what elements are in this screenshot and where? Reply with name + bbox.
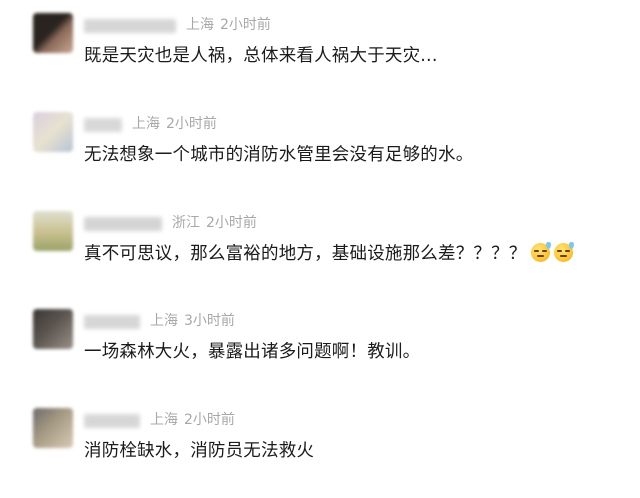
username-blurred[interactable]	[84, 118, 122, 132]
comment-text: 既是天灾也是人祸，总体来看人祸大于天灾...	[84, 46, 438, 66]
comment-item: 浙江 2小时前 真不可思议，那么富裕的地方，基础设施那么差？？？？	[0, 211, 640, 301]
comment-meta: 上海 2小时前	[150, 410, 241, 430]
comment-item: 上海 2小时前 既是天灾也是人祸，总体来看人祸大于天灾...	[0, 13, 640, 103]
location-label: 上海	[132, 116, 160, 132]
avatar[interactable]	[33, 13, 73, 53]
comment-list: 上海 2小时前 既是天灾也是人祸，总体来看人祸大于天灾... 上海 2小时前 无法想…	[0, 0, 640, 485]
avatar[interactable]	[33, 112, 73, 152]
comment-item: 上海 3小时前 一场森林大火，暴露出诸多问题啊！教训。	[0, 309, 640, 399]
timestamp-label: 3小时前	[184, 313, 235, 329]
avatar[interactable]	[33, 309, 73, 349]
comment-meta: 上海 2小时前	[132, 114, 223, 134]
location-label: 上海	[150, 412, 178, 428]
comment-item: 上海 2小时前 无法想象一个城市的消防水管里会没有足够的水。	[0, 112, 640, 202]
avatar[interactable]	[33, 211, 73, 251]
comment-text: 无法想象一个城市的消防水管里会没有足够的水。	[84, 145, 474, 165]
comment-text: 真不可思议，那么富裕的地方，基础设施那么差？？？？	[84, 241, 574, 267]
avatar[interactable]	[33, 408, 73, 448]
username-blurred[interactable]	[84, 414, 140, 428]
location-label: 上海	[186, 17, 214, 33]
sweat-smile-emoji	[553, 242, 574, 262]
username-blurred[interactable]	[84, 315, 140, 329]
sweat-smile-emoji	[530, 242, 551, 262]
timestamp-label: 2小时前	[166, 116, 217, 132]
comment-text: 消防栓缺水，消防员无法救火	[84, 441, 315, 461]
location-label: 浙江	[172, 215, 200, 231]
location-label: 上海	[150, 313, 178, 329]
comment-meta: 上海 2小时前	[186, 15, 277, 35]
timestamp-label: 2小时前	[206, 215, 257, 231]
username-blurred[interactable]	[84, 19, 176, 33]
comment-text: 一场森林大火，暴露出诸多问题啊！教训。	[84, 342, 421, 362]
username-blurred[interactable]	[84, 217, 162, 231]
timestamp-label: 2小时前	[184, 412, 235, 428]
comment-text-content: 真不可思议，那么富裕的地方，基础设施那么差？？？？	[84, 244, 527, 264]
comment-meta: 上海 3小时前	[150, 311, 241, 331]
comment-meta: 浙江 2小时前	[172, 213, 263, 233]
timestamp-label: 2小时前	[220, 17, 271, 33]
